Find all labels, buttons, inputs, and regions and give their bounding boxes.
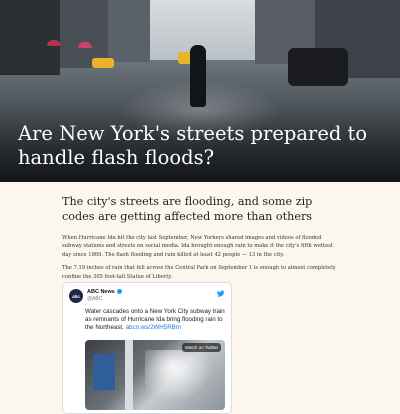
hero-image: Are New York's streets prepared to handl… (0, 0, 400, 182)
avatar-label: abc (72, 293, 80, 299)
umbrella (47, 40, 61, 46)
building (0, 0, 60, 75)
subway-sign (93, 354, 115, 390)
tweet-link[interactable]: abcn.ws/2WH5RBm (126, 324, 181, 331)
water-splash (145, 350, 215, 405)
article-paragraph: When Hurricane Ida hit the city last Sep… (62, 235, 333, 258)
embedded-tweet[interactable]: abc ABC News @ABC Water cascades onto a … (62, 282, 232, 414)
avatar[interactable]: abc (69, 289, 83, 303)
tweet-author-handle[interactable]: @ABC (87, 296, 102, 302)
article-paragraph: The 7.19 inches of rain that fell across… (62, 265, 336, 280)
tweet-text: Water cascades onto a New York City subw… (85, 308, 225, 332)
building (108, 0, 150, 62)
car (288, 48, 348, 86)
umbrella (78, 42, 92, 48)
page-title: Are New York's streets prepared to handl… (18, 122, 368, 169)
twitter-bird-icon[interactable] (216, 289, 225, 298)
tweet-author-name[interactable]: ABC News (87, 289, 122, 295)
verified-icon (116, 289, 122, 295)
pedestrian (190, 45, 206, 107)
taxi (92, 58, 114, 68)
article-subhead: The city's streets are flooding, and som… (62, 195, 313, 223)
article-body: The city's streets are flooding, and som… (62, 195, 338, 281)
tweet-author-label: ABC News (87, 289, 115, 295)
watch-on-twitter-button[interactable]: Watch on Twitter (181, 343, 221, 352)
